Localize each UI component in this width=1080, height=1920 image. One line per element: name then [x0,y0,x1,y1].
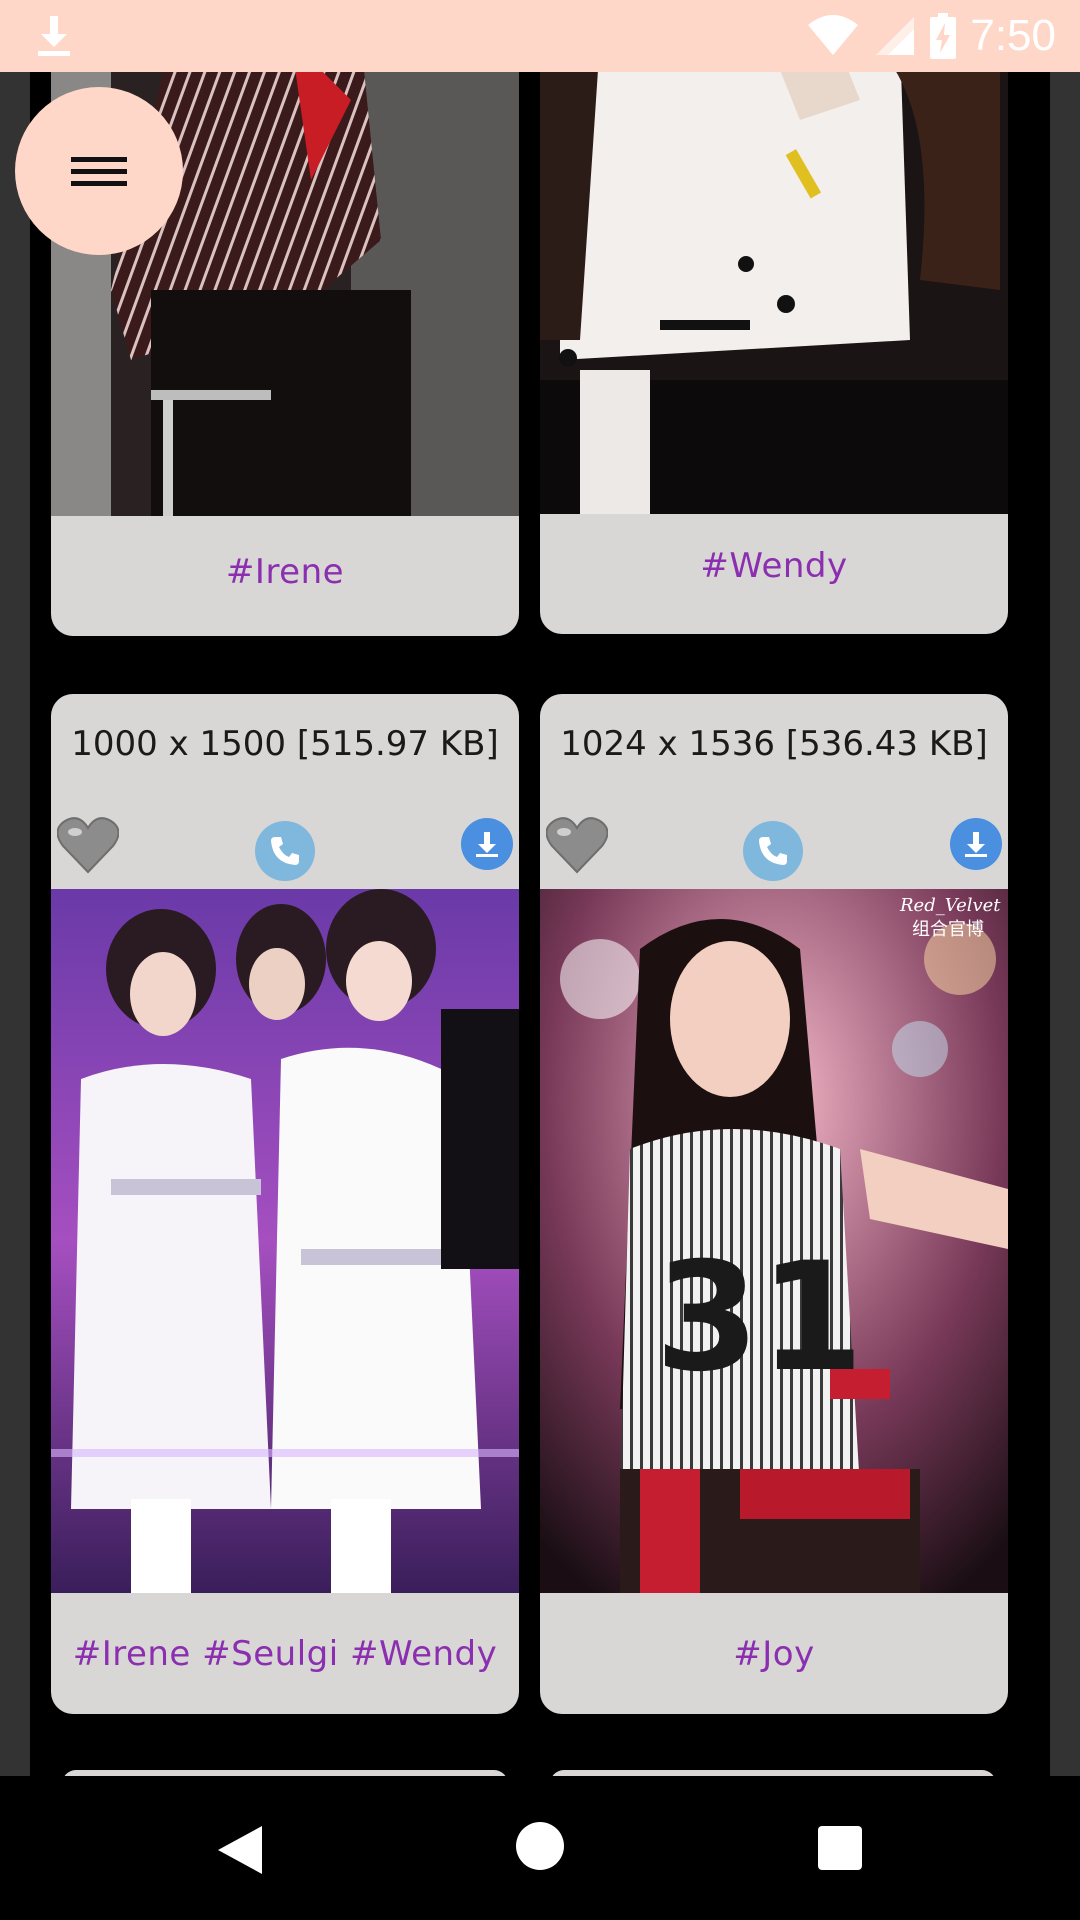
hamburger-menu-icon [71,150,127,193]
menu-button[interactable] [15,87,183,255]
card-tags[interactable]: #Joy [540,1634,1008,1674]
status-bar: 7:50 [0,0,1080,72]
recents-icon[interactable] [818,1826,862,1870]
back-icon[interactable] [216,1824,264,1876]
battery-charging-icon [930,13,957,59]
wallpaper-card[interactable]: #Wendy [540,40,1008,634]
wallpaper-image[interactable] [540,40,1008,514]
download-arrow-icon [965,832,987,857]
wallpaper-image[interactable] [51,889,519,1593]
favorite-heart-icon[interactable] [546,816,608,874]
right-gutter [1050,72,1080,1776]
signal-icon [876,17,915,55]
wallpaper-card[interactable]: 1000 x 1500 [515.97 KB] #Irene #Seulgi #… [51,694,519,1714]
card-tags[interactable]: #Wendy [540,546,1008,586]
download-arrow-icon [476,832,498,857]
wallpaper-card[interactable]: 1024 x 1536 [536.43 KB] 31 Red_Velvet 组合… [540,694,1008,1714]
wifi-icon [808,15,859,55]
home-icon[interactable] [516,1822,564,1870]
navigation-bar [0,1776,1080,1920]
svg-text:Red_Velvet: Red_Velvet [899,895,1001,916]
image-dimensions: 1024 x 1536 [536.43 KB] [560,724,988,764]
svg-text:组合官博: 组合官博 [912,919,984,940]
download-wallpaper-icon[interactable] [461,818,513,870]
wallpaper-image[interactable]: 31 Red_Velvet 组合官博 [540,889,1008,1593]
phone-icon [271,837,299,865]
card-tags[interactable]: #Irene #Seulgi #Wendy [51,1634,519,1674]
image-dimensions: 1000 x 1500 [515.97 KB] [71,724,499,764]
download-wallpaper-icon[interactable] [950,818,1002,870]
phone-icon [759,837,787,865]
status-time: 7:50 [970,11,1056,60]
download-icon [38,16,70,56]
left-gutter [0,72,30,1776]
set-ringtone-phone-icon[interactable] [743,821,803,881]
favorite-heart-icon[interactable] [57,816,119,874]
card-tags[interactable]: #Irene [51,552,519,592]
set-ringtone-phone-icon[interactable] [255,821,315,881]
